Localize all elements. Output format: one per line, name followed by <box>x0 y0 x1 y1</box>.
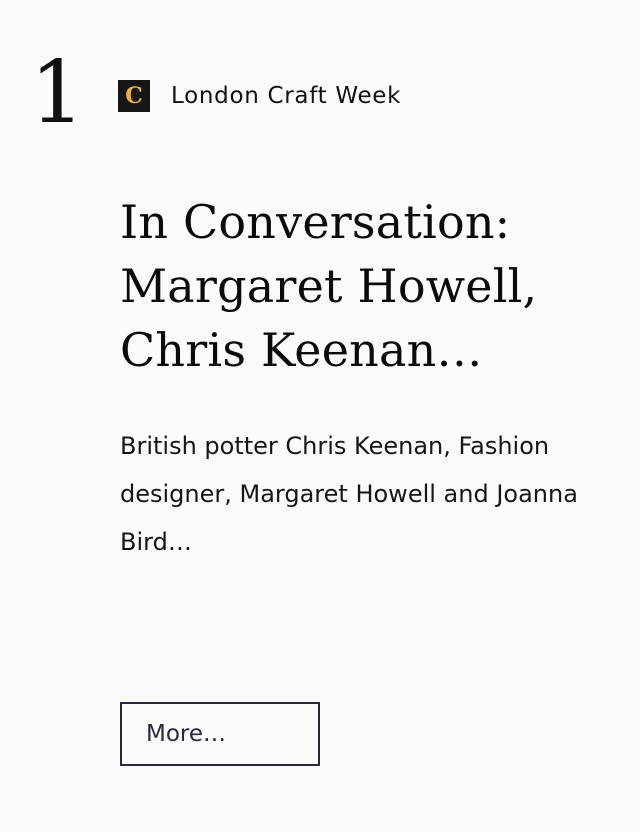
article-title[interactable]: In Conversation: Margaret Howell, Chris … <box>120 190 620 382</box>
rank-number: 1 <box>30 43 85 143</box>
article-card: 1 C London Craft Week In Conversation: M… <box>0 0 640 832</box>
more-button[interactable]: More… <box>120 702 320 766</box>
source-logo-icon: C <box>118 80 150 112</box>
article-summary: British potter Chris Keenan, Fashion des… <box>120 432 578 556</box>
source-name: London Craft Week <box>171 83 402 109</box>
source-row: C London Craft Week <box>118 80 401 112</box>
source-logo-letter: C <box>125 82 143 109</box>
